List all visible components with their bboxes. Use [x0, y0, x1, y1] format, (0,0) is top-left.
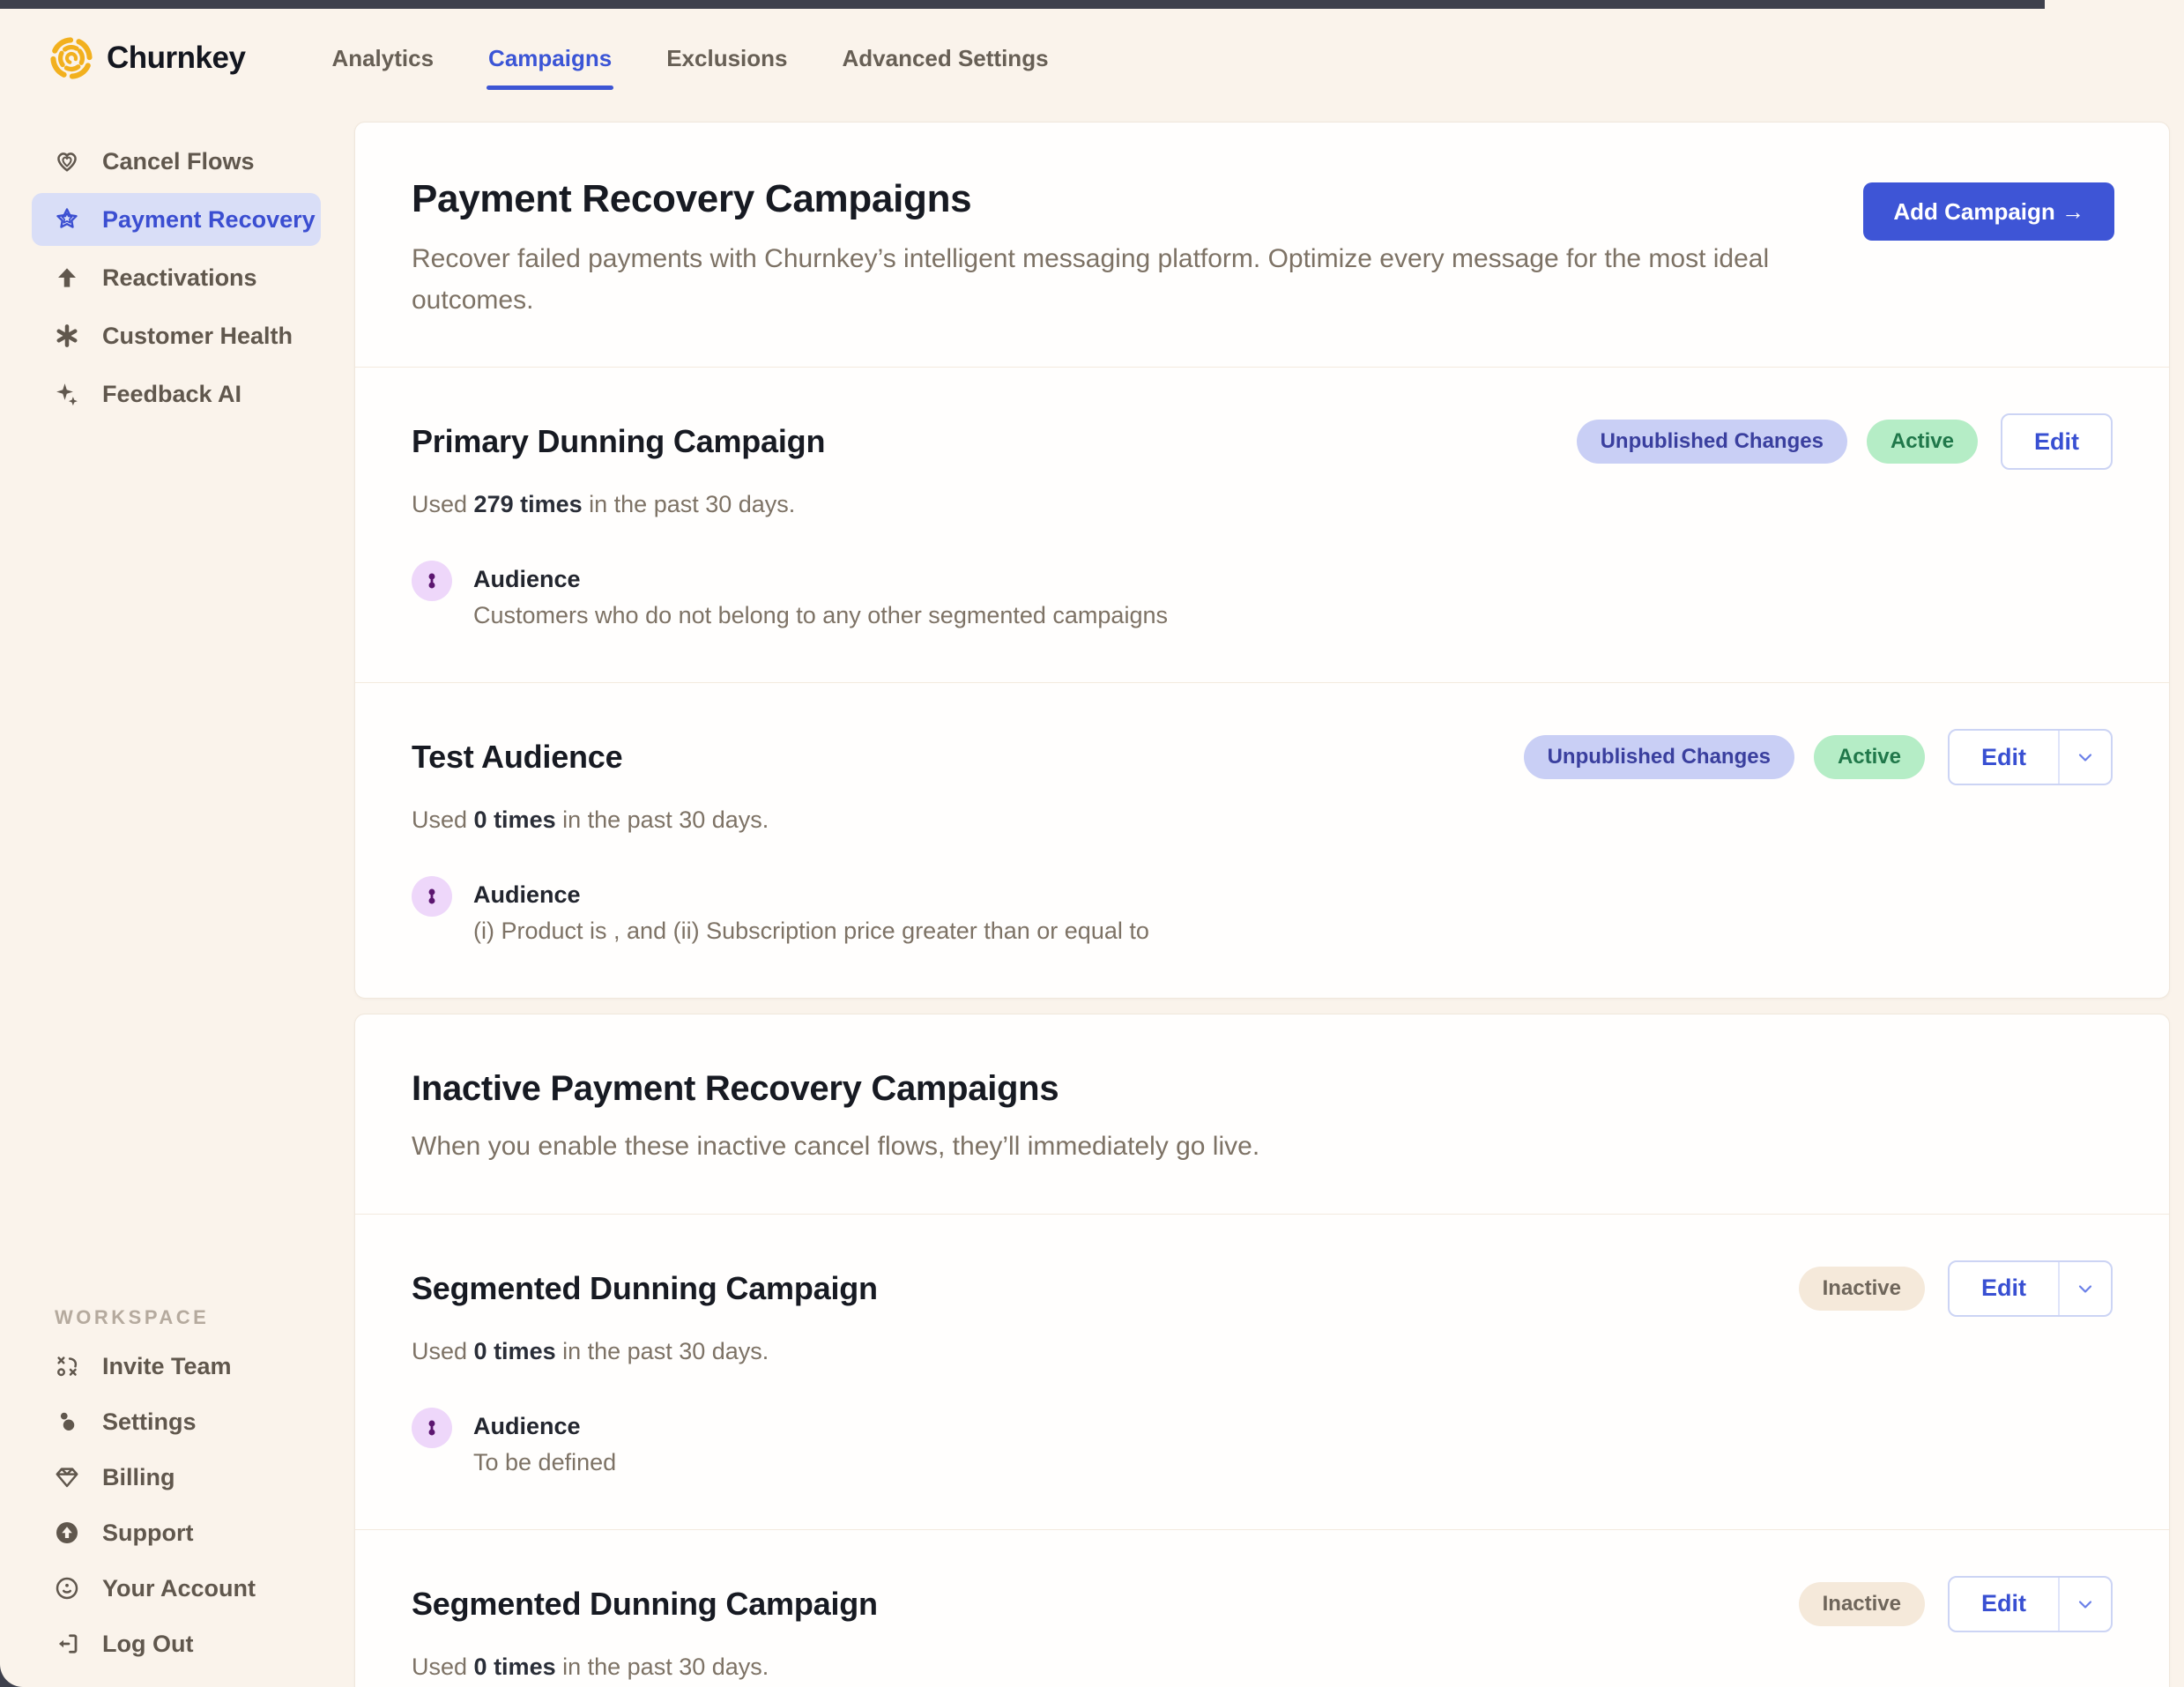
brand-name: Churnkey	[107, 41, 246, 75]
top-header: Churnkey Analytics Campaigns Exclusions …	[0, 9, 2184, 108]
audience-description: To be defined	[473, 1448, 617, 1475]
page-subtitle: Recover failed payments with Churnkey’s …	[412, 244, 1770, 315]
sidebar-item-invite-team[interactable]: Invite Team	[32, 1340, 321, 1393]
status-badge-active: Active	[1866, 420, 1978, 464]
campaign-row-segmented-dunning-2: Segmented Dunning Campaign Inactive Edit	[355, 1530, 2169, 1687]
heart-icon	[53, 147, 81, 175]
sidebar-item-label: Feedback AI	[102, 380, 242, 407]
sidebar-item-your-account[interactable]: Your Account	[32, 1562, 321, 1615]
sidebar-item-cancel-flows[interactable]: Cancel Flows	[32, 135, 321, 188]
audience-label: Audience	[473, 1412, 581, 1439]
campaign-row-primary-dunning: Primary Dunning Campaign Unpublished Cha…	[355, 368, 2169, 682]
workspace-section: WORKSPACE Invite Team Settings Billing S…	[0, 1306, 353, 1673]
sidebar-item-label: Support	[102, 1519, 194, 1546]
edit-split-button[interactable]: Edit	[1948, 1575, 2113, 1632]
audience-icon	[412, 561, 452, 601]
sidebar-item-label: Customer Health	[102, 322, 293, 349]
sidebar-item-payment-recovery[interactable]: Payment Recovery	[32, 193, 321, 246]
audience-description: Customers who do not belong to any other…	[473, 602, 1168, 628]
sidebar-item-label: Invite Team	[102, 1352, 232, 1379]
app-window: Churnkey Analytics Campaigns Exclusions …	[0, 9, 2184, 1687]
sidebar-item-label: Payment Recovery	[102, 205, 316, 233]
sidebar-item-label: Settings	[102, 1408, 197, 1435]
support-icon	[53, 1519, 81, 1547]
asterisk-icon	[53, 322, 81, 350]
sidebar-item-label: Log Out	[102, 1630, 194, 1657]
arrow-up-icon	[53, 264, 81, 292]
workspace-label: WORKSPACE	[55, 1306, 210, 1328]
sidebar-item-support[interactable]: Support	[32, 1506, 321, 1559]
usage-stat: Used 0 times in the past 30 days.	[412, 806, 769, 833]
section-subtitle: When you enable these inactive cancel fl…	[412, 1132, 1260, 1161]
gem-icon	[53, 1463, 81, 1491]
edit-split-button[interactable]: Edit	[1948, 1260, 2113, 1317]
sidebar-item-log-out[interactable]: Log Out	[32, 1617, 321, 1670]
campaign-name: Segmented Dunning Campaign	[412, 1585, 878, 1622]
main-content: Payment Recovery Campaigns Recover faile…	[353, 108, 2184, 1687]
add-campaign-button[interactable]: Add Campaign →	[1863, 182, 2114, 241]
tab-analytics[interactable]: Analytics	[330, 38, 435, 79]
chevron-down-icon[interactable]	[2058, 1261, 2111, 1315]
usage-stat: Used 0 times in the past 30 days.	[412, 1653, 769, 1680]
status-badge-active: Active	[1813, 735, 1925, 779]
active-campaigns-header: Payment Recovery Campaigns Recover faile…	[355, 123, 2169, 367]
active-campaigns-card: Payment Recovery Campaigns Recover faile…	[354, 122, 2170, 999]
sidebar-item-feedback-ai[interactable]: Feedback AI	[32, 368, 321, 420]
campaign-row-segmented-dunning-1: Segmented Dunning Campaign Inactive Edit	[355, 1215, 2169, 1529]
sidebar-item-label: Billing	[102, 1463, 175, 1490]
edit-button[interactable]: Edit	[2001, 413, 2113, 470]
audience-label: Audience	[473, 881, 581, 908]
status-badge-inactive: Inactive	[1798, 1266, 1925, 1311]
settings-icon	[53, 1408, 81, 1436]
logout-icon	[53, 1630, 81, 1658]
usage-stat: Used 0 times in the past 30 days.	[412, 1337, 769, 1364]
invite-team-icon	[53, 1352, 81, 1380]
audience-description: (i) Product is , and (ii) Subscription p…	[473, 918, 1149, 944]
inactive-campaigns-card: Inactive Payment Recovery Campaigns When…	[354, 1014, 2170, 1687]
sidebar-item-customer-health[interactable]: Customer Health	[32, 309, 321, 362]
sidebar-item-label: Your Account	[102, 1574, 256, 1602]
unpublished-changes-badge: Unpublished Changes	[1523, 735, 1794, 779]
churnkey-logo-icon	[48, 35, 94, 81]
account-icon	[53, 1574, 81, 1602]
chevron-down-icon[interactable]	[2058, 1577, 2111, 1631]
sidebar-item-billing[interactable]: Billing	[32, 1451, 321, 1504]
inactive-campaigns-header: Inactive Payment Recovery Campaigns When…	[355, 1014, 2169, 1214]
page-title: Payment Recovery Campaigns	[412, 177, 972, 220]
top-nav: Analytics Campaigns Exclusions Advanced …	[330, 38, 1050, 90]
sidebar-item-reactivations[interactable]: Reactivations	[32, 251, 321, 304]
campaign-name: Primary Dunning Campaign	[412, 423, 826, 459]
unpublished-changes-badge: Unpublished Changes	[1576, 420, 1847, 464]
tab-campaigns[interactable]: Campaigns	[487, 38, 614, 90]
chevron-down-icon[interactable]	[2058, 731, 2111, 784]
star-icon	[53, 205, 81, 234]
usage-stat: Used 279 times in the past 30 days.	[412, 491, 796, 517]
campaign-name: Test Audience	[412, 739, 623, 775]
section-title: Inactive Payment Recovery Campaigns	[412, 1069, 1059, 1108]
sidebar: Cancel Flows Payment Recovery Reactivati…	[0, 108, 353, 1687]
sidebar-item-label: Reactivations	[102, 264, 257, 291]
brand-logo[interactable]: Churnkey	[48, 35, 246, 81]
sidebar-item-settings[interactable]: Settings	[32, 1395, 321, 1448]
audience-icon	[412, 876, 452, 917]
campaign-row-test-audience: Test Audience Unpublished Changes Active…	[355, 683, 2169, 998]
tab-exclusions[interactable]: Exclusions	[665, 38, 789, 79]
tab-advanced-settings[interactable]: Advanced Settings	[840, 38, 1050, 79]
status-badge-inactive: Inactive	[1798, 1581, 1925, 1626]
audience-icon	[412, 1407, 452, 1448]
sidebar-item-label: Cancel Flows	[102, 147, 255, 175]
sparkles-icon	[53, 380, 81, 408]
edit-split-button[interactable]: Edit	[1948, 729, 2113, 785]
audience-label: Audience	[473, 566, 581, 592]
campaign-name: Segmented Dunning Campaign	[412, 1269, 878, 1306]
